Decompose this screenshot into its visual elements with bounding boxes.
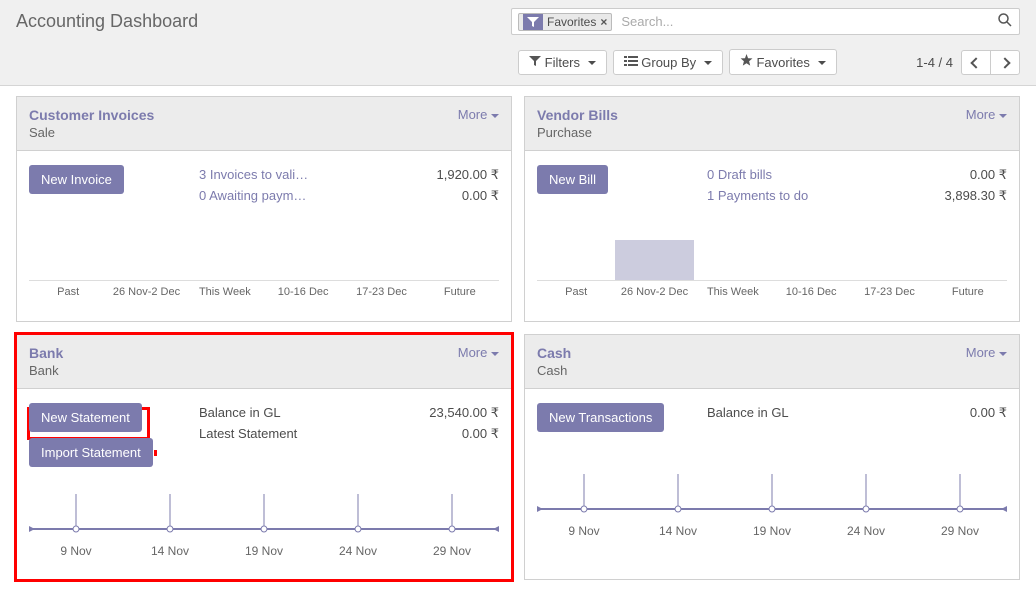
amount-value: 0.00 ₹: [897, 165, 1007, 186]
search-icon[interactable]: [997, 12, 1013, 31]
chart-tick-label: 24 Nov: [819, 524, 913, 538]
chart-tick-label: 14 Nov: [631, 524, 725, 538]
facet-label: Favorites: [547, 15, 596, 29]
card-title[interactable]: Bank: [29, 345, 458, 361]
latest-statement-label: Latest Statement: [199, 424, 389, 445]
chart-tick-label: 14 Nov: [123, 544, 217, 558]
new-statement-button[interactable]: New Statement: [29, 403, 142, 432]
balance-label: Balance in GL: [199, 403, 389, 424]
page-title: Accounting Dashboard: [16, 11, 511, 32]
search-facet-favorites[interactable]: Favorites ×: [518, 13, 612, 31]
card-subtitle: Cash: [537, 363, 966, 378]
new-bill-button[interactable]: New Bill: [537, 165, 608, 194]
more-button[interactable]: More: [458, 345, 499, 360]
amount-value: 3,898.30 ₹: [897, 186, 1007, 207]
chart-tick-label: 9 Nov: [537, 524, 631, 538]
amount-value: 1,920.00 ₹: [389, 165, 499, 186]
chart-tick-label: 19 Nov: [725, 524, 819, 538]
bar-chart: Past26 Nov-2 DecThis Week10-16 Dec17-23 …: [537, 231, 1007, 321]
chart-tick-label: 17-23 Dec: [342, 286, 420, 298]
pager-next-button[interactable]: [990, 50, 1020, 75]
invoices-to-validate-link[interactable]: 3 Invoices to vali…: [199, 165, 349, 186]
pager-prev-button[interactable]: [961, 50, 990, 75]
close-icon[interactable]: ×: [600, 15, 607, 29]
chart-tick-label: Past: [29, 286, 107, 298]
more-button[interactable]: More: [966, 107, 1007, 122]
amount-value: 0.00 ₹: [389, 424, 499, 445]
awaiting-payments-link[interactable]: 0 Awaiting paym…: [199, 186, 349, 207]
chevron-left-icon: [972, 55, 980, 70]
card-subtitle: Bank: [29, 363, 458, 378]
chart-tick-label: Future: [929, 286, 1007, 298]
bar-chart: Past26 Nov-2 DecThis Week10-16 Dec17-23 …: [29, 231, 499, 321]
card-title[interactable]: Cash: [537, 345, 966, 361]
card-customer-invoices: Customer Invoices Sale More New Invoice …: [16, 96, 512, 322]
chevron-right-icon: [1001, 55, 1009, 70]
card-title[interactable]: Vendor Bills: [537, 107, 966, 123]
search-input[interactable]: [617, 12, 997, 31]
payments-todo-link[interactable]: 1 Payments to do: [707, 186, 857, 207]
groupby-button[interactable]: Group By: [613, 50, 723, 75]
amount-value: 0.00 ₹: [389, 186, 499, 207]
chart-tick-label: 17-23 Dec: [850, 286, 928, 298]
card-cash: Cash Cash More New Transactions Balance …: [524, 334, 1020, 580]
chevron-down-icon: [491, 345, 499, 360]
draft-bills-link[interactable]: 0 Draft bills: [707, 165, 857, 186]
chevron-down-icon: [491, 107, 499, 122]
chart-tick-label: 10-16 Dec: [264, 286, 342, 298]
amount-value: 0.00 ₹: [897, 403, 1007, 424]
chart-tick-label: 26 Nov-2 Dec: [615, 286, 693, 298]
chart-tick-label: Past: [537, 286, 615, 298]
funnel-icon: [529, 55, 541, 70]
card-subtitle: Sale: [29, 125, 458, 140]
highlight-mark: [154, 450, 157, 456]
chart-tick-label: 9 Nov: [29, 544, 123, 558]
list-icon: [624, 55, 638, 70]
card-bank: Bank Bank More New Statement Import Stat…: [16, 334, 512, 580]
more-button[interactable]: More: [458, 107, 499, 122]
funnel-icon: [523, 14, 543, 30]
import-statement-button[interactable]: Import Statement: [29, 438, 153, 467]
filters-button[interactable]: Filters: [518, 50, 607, 75]
chart-tick-label: Future: [421, 286, 499, 298]
more-button[interactable]: More: [966, 345, 1007, 360]
chevron-down-icon: [588, 55, 596, 70]
card-vendor-bills: Vendor Bills Purchase More New Bill 0 Dr…: [524, 96, 1020, 322]
chart-tick-label: 10-16 Dec: [772, 286, 850, 298]
favorites-button[interactable]: Favorites: [729, 49, 837, 75]
line-chart: 9 Nov14 Nov19 Nov24 Nov29 Nov: [537, 469, 1007, 559]
chart-tick-label: This Week: [186, 286, 264, 298]
kanban-board: Customer Invoices Sale More New Invoice …: [0, 86, 1036, 590]
balance-label: Balance in GL: [707, 403, 897, 424]
new-invoice-button[interactable]: New Invoice: [29, 165, 124, 194]
new-transactions-button[interactable]: New Transactions: [537, 403, 664, 432]
star-icon: [740, 54, 753, 70]
chart-tick-label: 29 Nov: [405, 544, 499, 558]
amount-value: 23,540.00 ₹: [389, 403, 499, 424]
line-chart: 9 Nov14 Nov19 Nov24 Nov29 Nov: [29, 489, 499, 579]
chart-tick-label: 29 Nov: [913, 524, 1007, 538]
chart-tick-label: 19 Nov: [217, 544, 311, 558]
pager-text: 1-4 / 4: [916, 55, 953, 70]
card-title[interactable]: Customer Invoices: [29, 107, 458, 123]
control-panel: Accounting Dashboard Favorites × Filters: [0, 0, 1036, 86]
chevron-down-icon: [818, 55, 826, 70]
chart-tick-label: 26 Nov-2 Dec: [107, 286, 185, 298]
chevron-down-icon: [999, 107, 1007, 122]
chart-tick-label: This Week: [694, 286, 772, 298]
chevron-down-icon: [704, 55, 712, 70]
chart-tick-label: 24 Nov: [311, 544, 405, 558]
card-subtitle: Purchase: [537, 125, 966, 140]
search-bar[interactable]: Favorites ×: [511, 8, 1020, 35]
chevron-down-icon: [999, 345, 1007, 360]
